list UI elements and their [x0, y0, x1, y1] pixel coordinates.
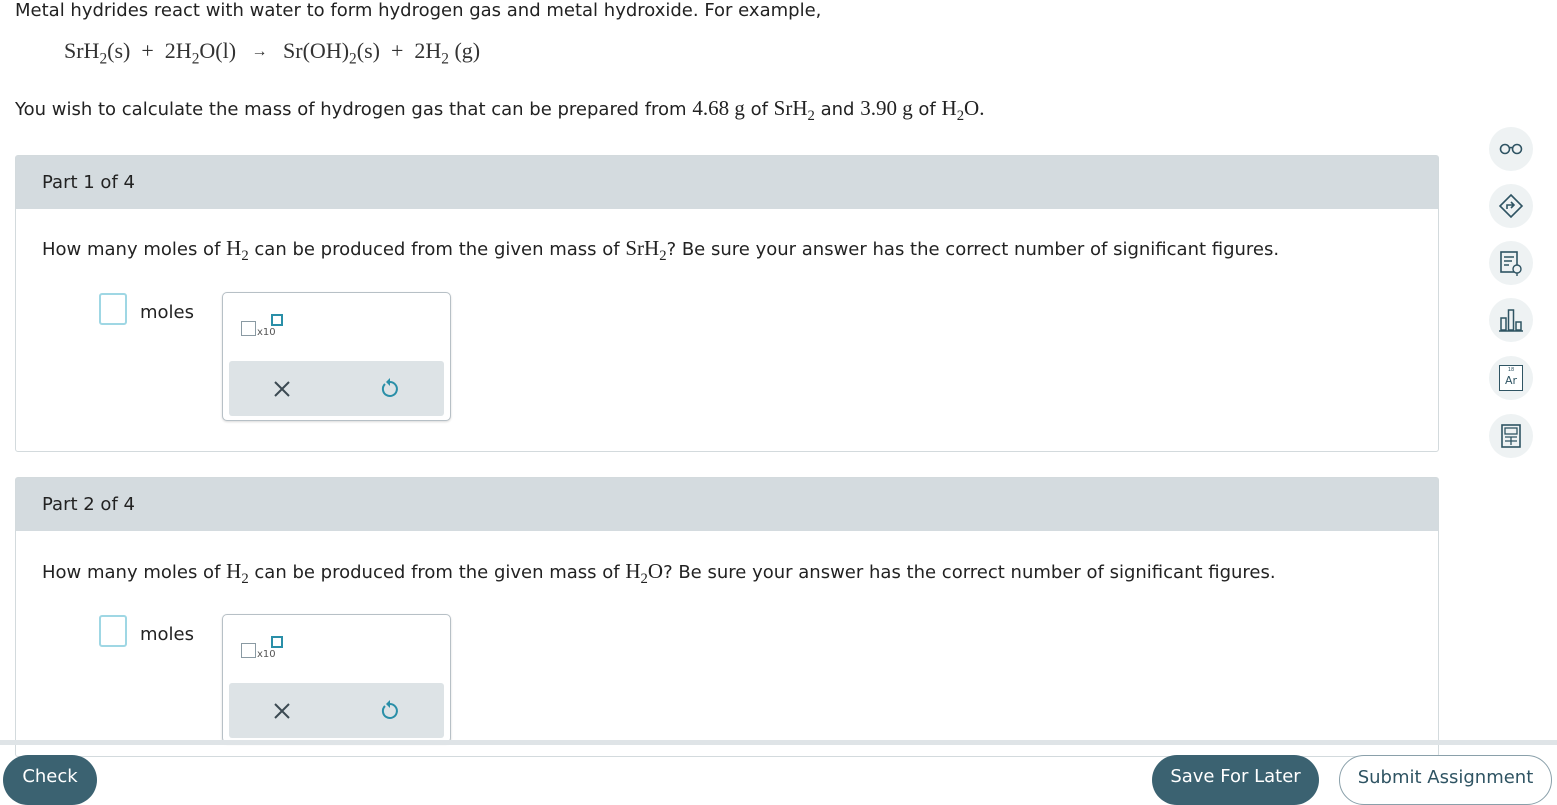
part-2-math-palette: x10 — [222, 614, 451, 743]
chemical-equation: SrH2(s) + 2H2O(l) → Sr(OH)2(s) + 2H2 (g) — [64, 38, 481, 68]
clear-icon[interactable] — [268, 375, 296, 403]
intro-text: Metal hydrides react with water to form … — [15, 0, 822, 21]
part-2-header: Part 2 of 4 — [16, 478, 1438, 531]
part-2-panel: Part 2 of 4 How many moles of H2 can be … — [15, 477, 1439, 757]
scientific-notation-button[interactable]: x10 — [241, 636, 285, 663]
part-2-unit-label: moles — [140, 624, 194, 645]
part-2-question: How many moles of H2 can be produced fro… — [42, 559, 1276, 588]
calculator-icon[interactable] — [1489, 414, 1533, 458]
task-text: You wish to calculate the mass of hydrog… — [15, 96, 985, 125]
check-button[interactable]: Check — [3, 755, 97, 805]
glasses-icon[interactable] — [1489, 127, 1533, 171]
palette-tray — [229, 683, 444, 738]
tag-arrow-icon[interactable] — [1489, 184, 1533, 228]
periodic-table-icon[interactable]: 18 Ar — [1489, 356, 1533, 400]
footer-divider — [0, 740, 1557, 745]
part-1-answer-input[interactable] — [99, 293, 127, 325]
part-1-math-palette: x10 — [222, 292, 451, 421]
submit-assignment-button[interactable]: Submit Assignment — [1339, 755, 1552, 805]
part-1-panel: Part 1 of 4 How many moles of H2 can be … — [15, 155, 1439, 452]
part-1-unit-label: moles — [140, 302, 194, 323]
palette-tray — [229, 361, 444, 416]
notes-icon[interactable] — [1489, 241, 1533, 285]
part-1-question: How many moles of H2 can be produced fro… — [42, 236, 1280, 265]
bar-chart-icon[interactable] — [1489, 298, 1533, 342]
undo-icon[interactable] — [376, 375, 404, 403]
undo-icon[interactable] — [376, 697, 404, 725]
save-for-later-button[interactable]: Save For Later — [1152, 755, 1319, 805]
part-2-answer-input[interactable] — [99, 615, 127, 647]
clear-icon[interactable] — [268, 697, 296, 725]
part-1-header: Part 1 of 4 — [16, 156, 1438, 209]
scientific-notation-button[interactable]: x10 — [241, 314, 285, 341]
reaction-arrow: → — [251, 43, 268, 60]
